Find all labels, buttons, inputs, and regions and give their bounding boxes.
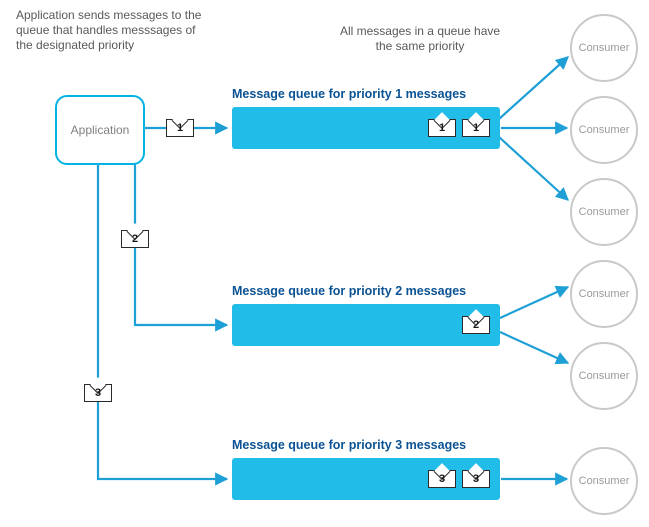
queue2-box: 2	[232, 304, 500, 346]
queue1-box: 1 1	[232, 107, 500, 149]
pipe-envelope-3: 3	[84, 384, 112, 402]
pipe-envelope-2: 2	[121, 230, 149, 248]
queue3-box: 3 3	[232, 458, 500, 500]
arrow-q1-to-c1	[499, 57, 568, 119]
queue3-label: Message queue for priority 3 messages	[232, 438, 466, 452]
caption-application: Application sends messages to the queue …	[16, 8, 206, 53]
arrow-q2-to-c4	[500, 287, 568, 318]
consumer-node: Consumer	[570, 14, 638, 82]
consumer-node: Consumer	[570, 178, 638, 246]
queue1-label: Message queue for priority 1 messages	[232, 87, 466, 101]
application-label: Application	[71, 123, 130, 137]
consumer-node: Consumer	[570, 447, 638, 515]
consumer-node: Consumer	[570, 260, 638, 328]
application-node: Application	[55, 95, 145, 165]
queue3-msg: 3	[462, 470, 490, 488]
queue2-label: Message queue for priority 2 messages	[232, 284, 466, 298]
arrow-app-to-queue3	[98, 161, 227, 479]
queue1-msg: 1	[462, 119, 490, 137]
consumer-node: Consumer	[570, 96, 638, 164]
arrow-q1-to-c3	[499, 137, 568, 200]
queue2-msg: 2	[462, 316, 490, 334]
arrow-q2-to-c5	[500, 332, 568, 363]
pipe-envelope-1: 1	[166, 119, 194, 137]
queue3-msg: 3	[428, 470, 456, 488]
consumer-node: Consumer	[570, 342, 638, 410]
caption-queue-priority: All messages in a queue have the same pr…	[335, 24, 505, 54]
queue1-msg: 1	[428, 119, 456, 137]
